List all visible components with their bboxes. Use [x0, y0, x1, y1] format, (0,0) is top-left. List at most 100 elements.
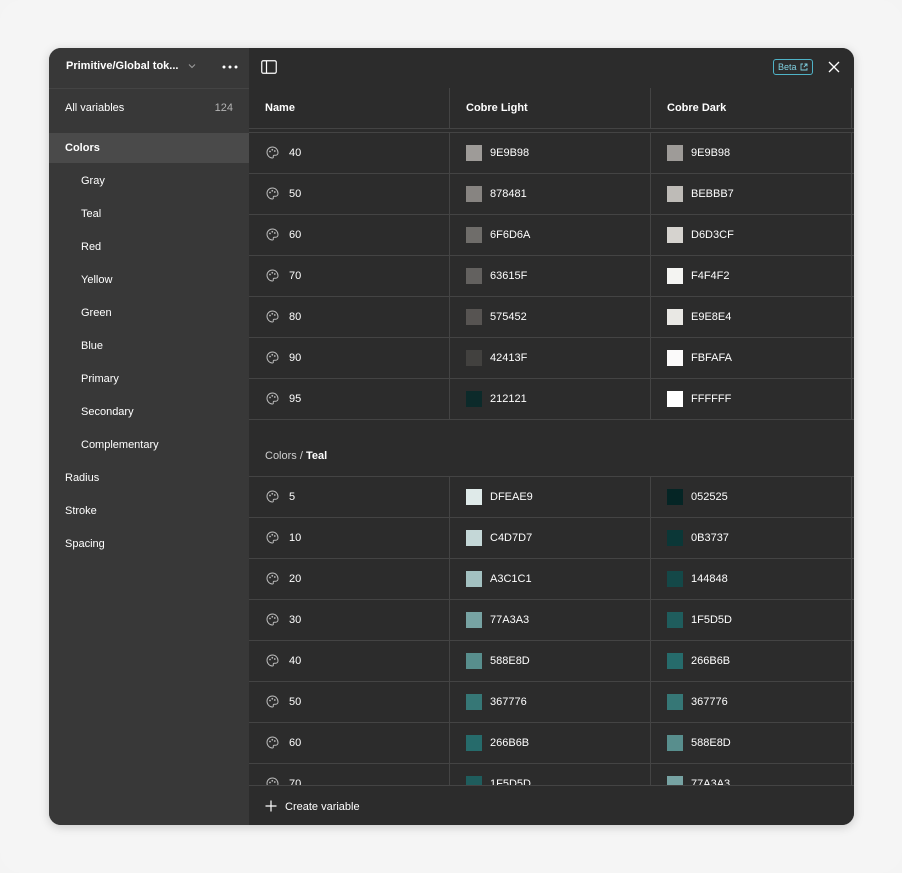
color-swatch[interactable]	[466, 735, 482, 751]
sidebar-item-blue[interactable]: Blue	[49, 331, 249, 361]
name-cell[interactable]: 60	[249, 215, 450, 255]
beta-badge[interactable]: Beta	[773, 59, 813, 75]
sidebar-item-teal[interactable]: Teal	[49, 199, 249, 229]
color-swatch[interactable]	[466, 309, 482, 325]
color-swatch[interactable]	[466, 391, 482, 407]
name-cell[interactable]: 20	[249, 559, 450, 599]
all-variables-item[interactable]: All variables 124	[49, 88, 249, 129]
light-value-cell[interactable]: 266B6B	[450, 723, 651, 763]
dark-value-cell[interactable]: 266B6B	[651, 641, 852, 681]
color-swatch[interactable]	[667, 145, 683, 161]
name-cell[interactable]: 80	[249, 297, 450, 337]
sidebar-item-primary[interactable]: Primary	[49, 364, 249, 394]
color-swatch[interactable]	[667, 268, 683, 284]
name-cell[interactable]: 5	[249, 477, 450, 517]
sidebar-item-green[interactable]: Green	[49, 298, 249, 328]
table-row[interactable]: 70 63615F F4F4F2	[249, 256, 854, 297]
color-swatch[interactable]	[466, 489, 482, 505]
light-value-cell[interactable]: 6F6D6A	[450, 215, 651, 255]
more-options-icon[interactable]	[219, 59, 241, 75]
color-swatch[interactable]	[466, 653, 482, 669]
table-row[interactable]: 40 588E8D 266B6B	[249, 641, 854, 682]
dark-value-cell[interactable]: 367776	[651, 682, 852, 722]
sidebar-item-colors[interactable]: Colors	[49, 133, 249, 163]
table-row[interactable]: 60 6F6D6A D6D3CF	[249, 215, 854, 256]
column-header-name[interactable]: Name	[249, 88, 450, 128]
light-value-cell[interactable]: 212121	[450, 379, 651, 419]
table-row[interactable]: 30 77A3A3 1F5D5D	[249, 600, 854, 641]
light-value-cell[interactable]: A3C1C1	[450, 559, 651, 599]
table-row[interactable]: 90 42413F FBFAFA	[249, 338, 854, 379]
sidebar-item-secondary[interactable]: Secondary	[49, 397, 249, 427]
collection-name[interactable]: Primitive/Global tok...	[66, 60, 178, 72]
name-cell[interactable]: 70	[249, 256, 450, 296]
light-value-cell[interactable]: C4D7D7	[450, 518, 651, 558]
sidebar-item-yellow[interactable]: Yellow	[49, 265, 249, 295]
name-cell[interactable]: 10	[249, 518, 450, 558]
color-swatch[interactable]	[466, 776, 482, 785]
table-row[interactable]: 50 878481 BEBBB7	[249, 174, 854, 215]
dark-value-cell[interactable]: D6D3CF	[651, 215, 852, 255]
name-cell[interactable]: 90	[249, 338, 450, 378]
column-header-cobre-dark[interactable]: Cobre Dark	[651, 88, 852, 128]
light-value-cell[interactable]: 878481	[450, 174, 651, 214]
dark-value-cell[interactable]: 0B3737	[651, 518, 852, 558]
name-cell[interactable]: 40	[249, 133, 450, 173]
sidebar-toggle-icon[interactable]	[261, 60, 277, 74]
color-swatch[interactable]	[466, 227, 482, 243]
light-value-cell[interactable]: 77A3A3	[450, 600, 651, 640]
light-value-cell[interactable]: 1F5D5D	[450, 764, 651, 785]
color-swatch[interactable]	[667, 391, 683, 407]
light-value-cell[interactable]: 367776	[450, 682, 651, 722]
color-swatch[interactable]	[667, 694, 683, 710]
color-swatch[interactable]	[667, 309, 683, 325]
color-swatch[interactable]	[667, 612, 683, 628]
color-swatch[interactable]	[466, 350, 482, 366]
dark-value-cell[interactable]: 588E8D	[651, 723, 852, 763]
light-value-cell[interactable]: 588E8D	[450, 641, 651, 681]
sidebar-item-gray[interactable]: Gray	[49, 166, 249, 196]
color-swatch[interactable]	[466, 268, 482, 284]
color-swatch[interactable]	[667, 186, 683, 202]
table-row[interactable]: 10 C4D7D7 0B3737	[249, 518, 854, 559]
table-row[interactable]: 40 9E9B98 9E9B98	[249, 133, 854, 174]
color-swatch[interactable]	[667, 571, 683, 587]
dark-value-cell[interactable]: 9E9B98	[651, 133, 852, 173]
color-swatch[interactable]	[667, 735, 683, 751]
table-row[interactable]: 50 367776 367776	[249, 682, 854, 723]
color-swatch[interactable]	[466, 571, 482, 587]
table-row[interactable]: 60 266B6B 588E8D	[249, 723, 854, 764]
sidebar-item-spacing[interactable]: Spacing	[49, 529, 249, 559]
color-swatch[interactable]	[667, 530, 683, 546]
light-value-cell[interactable]: DFEAE9	[450, 477, 651, 517]
dark-value-cell[interactable]: F4F4F2	[651, 256, 852, 296]
color-swatch[interactable]	[466, 145, 482, 161]
table-row[interactable]: 80 575452 E9E8E4	[249, 297, 854, 338]
dark-value-cell[interactable]: 144848	[651, 559, 852, 599]
table-row[interactable]: 70 1F5D5D 77A3A3	[249, 764, 854, 785]
column-header-cobre-light[interactable]: Cobre Light	[450, 88, 651, 128]
table-row[interactable]: 95 212121 FFFFFF	[249, 379, 854, 420]
dark-value-cell[interactable]: FBFAFA	[651, 338, 852, 378]
color-swatch[interactable]	[667, 227, 683, 243]
color-swatch[interactable]	[466, 612, 482, 628]
light-value-cell[interactable]: 42413F	[450, 338, 651, 378]
name-cell[interactable]: 70	[249, 764, 450, 785]
color-swatch[interactable]	[667, 350, 683, 366]
sidebar-item-stroke[interactable]: Stroke	[49, 496, 249, 526]
color-swatch[interactable]	[667, 653, 683, 669]
color-swatch[interactable]	[466, 186, 482, 202]
plus-icon[interactable]	[265, 800, 277, 812]
name-cell[interactable]: 95	[249, 379, 450, 419]
dark-value-cell[interactable]: BEBBB7	[651, 174, 852, 214]
dark-value-cell[interactable]: 1F5D5D	[651, 600, 852, 640]
light-value-cell[interactable]: 9E9B98	[450, 133, 651, 173]
light-value-cell[interactable]: 63615F	[450, 256, 651, 296]
name-cell[interactable]: 50	[249, 174, 450, 214]
color-swatch[interactable]	[667, 489, 683, 505]
dark-value-cell[interactable]: E9E8E4	[651, 297, 852, 337]
dark-value-cell[interactable]: 052525	[651, 477, 852, 517]
table-row[interactable]: 5 DFEAE9 052525	[249, 477, 854, 518]
color-swatch[interactable]	[667, 776, 683, 785]
light-value-cell[interactable]: 575452	[450, 297, 651, 337]
